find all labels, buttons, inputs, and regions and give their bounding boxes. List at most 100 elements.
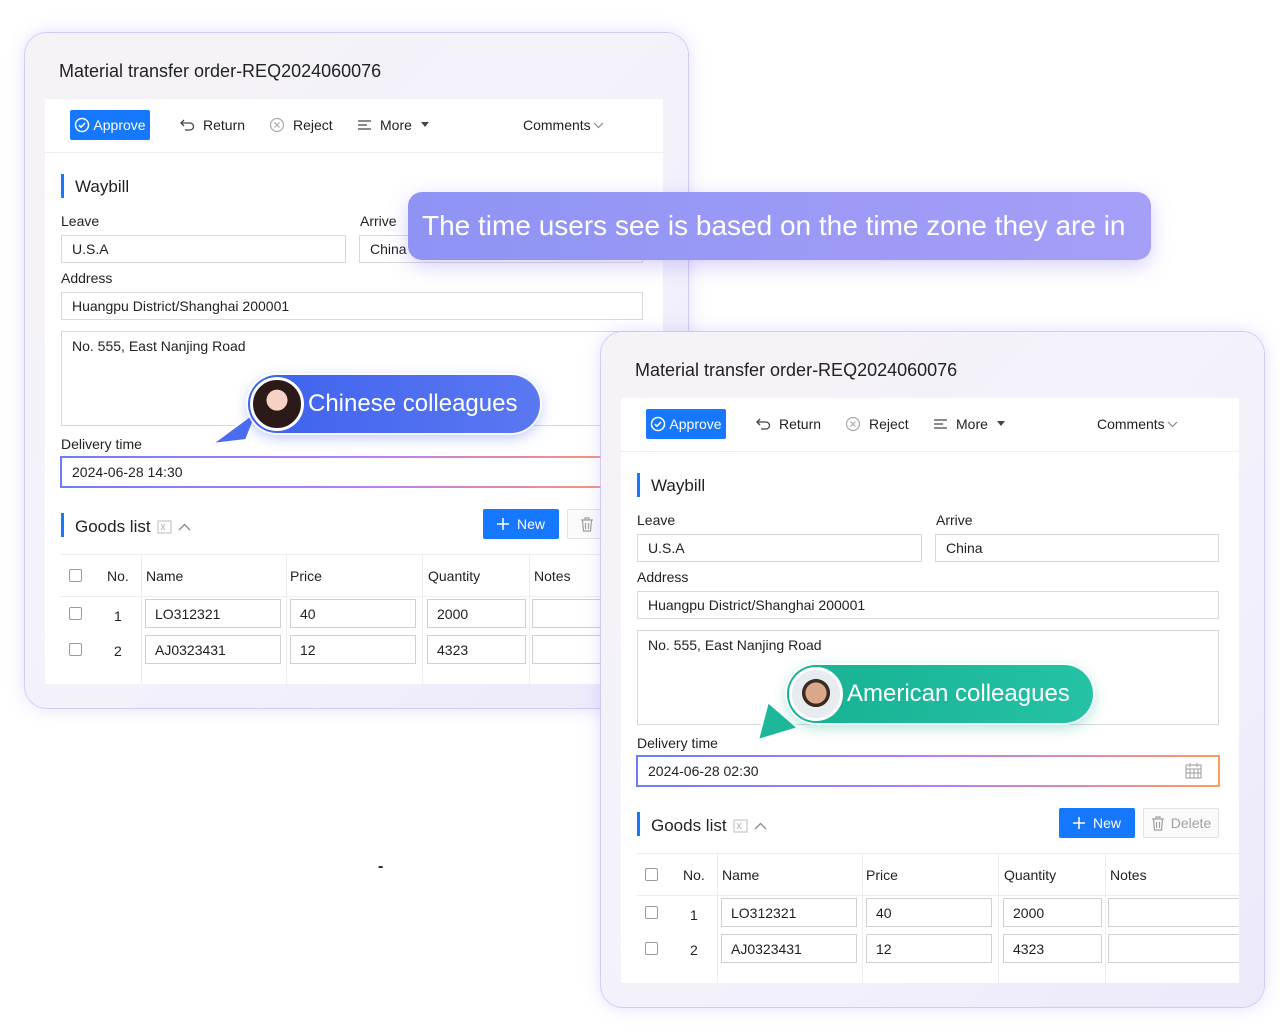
row-number: 2: [114, 643, 122, 659]
new-button[interactable]: New: [1059, 808, 1135, 838]
delivery-time-value: 2024-06-28 02:30: [648, 763, 759, 779]
price-cell-input[interactable]: 40: [290, 599, 416, 628]
goods-table: No. Name Price Quantity Notes 1 LO312321…: [61, 554, 663, 684]
approve-button[interactable]: Approve: [646, 409, 726, 439]
delivery-time-input[interactable]: 2024-06-28 02:30: [636, 755, 1220, 787]
select-all-checkbox[interactable]: [645, 868, 658, 881]
reject-button[interactable]: Reject: [269, 110, 333, 140]
plus-icon: [496, 518, 509, 530]
delivery-time-label: Delivery time: [637, 735, 718, 751]
chevron-up-icon[interactable]: [178, 523, 191, 531]
goods-list-title: Goods list: [75, 517, 151, 536]
column-header-quantity: Quantity: [428, 568, 481, 584]
column-header-name: Name: [146, 568, 184, 584]
name-cell-input[interactable]: AJ0323431: [145, 635, 281, 664]
select-all-checkbox[interactable]: [69, 569, 82, 582]
trash-icon: [581, 516, 593, 532]
row-checkbox[interactable]: [69, 643, 82, 656]
quantity-cell-input[interactable]: 2000: [427, 599, 526, 628]
notes-cell-input[interactable]: [1108, 898, 1239, 927]
leave-input[interactable]: U.S.A: [637, 534, 922, 562]
delivery-time-input[interactable]: 2024-06-28 14:30: [60, 456, 644, 488]
toolbar: Approve Return Reject More Comments: [621, 398, 1239, 452]
row-number: 2: [690, 942, 698, 958]
price-cell-input[interactable]: 12: [290, 635, 416, 664]
column-header-price: Price: [290, 568, 322, 584]
excel-icon[interactable]: [157, 520, 172, 534]
price-cell-input[interactable]: 40: [866, 898, 992, 927]
menu-icon: [934, 419, 947, 429]
arrive-label: Arrive: [936, 512, 973, 528]
row-checkbox[interactable]: [645, 906, 658, 919]
new-button[interactable]: New: [483, 509, 559, 539]
quantity-cell-input[interactable]: 4323: [427, 635, 526, 664]
comments-label: Comments: [1097, 416, 1165, 432]
leave-label: Leave: [637, 512, 676, 528]
comments-dropdown[interactable]: Comments: [1097, 409, 1178, 439]
caret-down-icon: [996, 421, 1005, 426]
comments-label: Comments: [523, 117, 591, 133]
new-label: New: [516, 516, 545, 532]
more-menu[interactable]: More: [933, 409, 1006, 439]
order-title: Material transfer order-REQ2024060076: [59, 61, 382, 81]
comments-dropdown[interactable]: Comments: [523, 110, 604, 140]
goods-list-title: Goods list: [651, 816, 727, 835]
return-label: Return: [779, 416, 822, 432]
column-header-quantity: Quantity: [1004, 867, 1057, 883]
delivery-time-label: Delivery time: [61, 436, 142, 452]
name-cell-input[interactable]: AJ0323431: [721, 934, 857, 963]
arrive-input[interactable]: China: [935, 534, 1219, 562]
notes-cell-input[interactable]: [1108, 934, 1239, 963]
name-cell-input[interactable]: LO312321: [145, 599, 281, 628]
reject-label: Reject: [869, 416, 909, 432]
section-title: Waybill: [651, 476, 706, 495]
chevron-down-icon: [593, 122, 604, 128]
return-button[interactable]: Return: [180, 110, 245, 140]
order-title: Material transfer order-REQ2024060076: [635, 360, 958, 380]
chevron-down-icon: [1167, 421, 1178, 427]
column-header-notes: Notes: [534, 568, 571, 584]
reject-button[interactable]: Reject: [845, 409, 909, 439]
american-colleague-avatar: [789, 667, 843, 721]
calendar-icon[interactable]: [1185, 763, 1202, 779]
name-cell-input[interactable]: LO312321: [721, 898, 857, 927]
toolbar: Approve Return Reject More Comments: [45, 99, 663, 153]
row-checkbox[interactable]: [69, 607, 82, 620]
return-button[interactable]: Return: [756, 409, 821, 439]
row-number: 1: [690, 907, 698, 923]
chevron-up-icon[interactable]: [754, 822, 767, 830]
close-circle-icon: [845, 416, 861, 432]
address-input[interactable]: Huangpu District/Shanghai 200001: [637, 591, 1219, 619]
price-cell-input[interactable]: 12: [866, 934, 992, 963]
leave-input[interactable]: U.S.A: [61, 235, 346, 263]
quantity-cell-input[interactable]: 2000: [1003, 898, 1102, 927]
chinese-colleagues-bubble: Chinese colleagues: [248, 375, 540, 433]
approve-button[interactable]: Approve: [70, 110, 150, 140]
quantity-cell-input[interactable]: 4323: [1003, 934, 1102, 963]
row-checkbox[interactable]: [645, 942, 658, 955]
more-menu[interactable]: More: [357, 110, 430, 140]
row-number: 1: [114, 608, 122, 624]
goods-section-marker: [61, 513, 64, 537]
approve-label: Approve: [669, 416, 722, 432]
more-label: More: [380, 117, 412, 133]
excel-icon[interactable]: [733, 819, 748, 833]
check-circle-icon: [75, 117, 90, 133]
american-colleagues-label: American colleagues: [847, 680, 1070, 707]
trash-icon: [1151, 815, 1164, 831]
arrive-label: Arrive: [360, 213, 397, 229]
close-circle-icon: [269, 117, 285, 133]
column-header-notes: Notes: [1110, 867, 1147, 883]
section-title: Waybill: [75, 177, 130, 196]
undo-icon: [756, 418, 771, 430]
timezone-banner: The time users see is based on the time …: [408, 192, 1151, 260]
plus-icon: [1072, 817, 1085, 829]
goods-table: No. Name Price Quantity Notes 1 LO312321…: [637, 853, 1239, 983]
address-input[interactable]: Huangpu District/Shanghai 200001: [61, 292, 643, 320]
new-label: New: [1092, 815, 1121, 831]
delete-button[interactable]: Delete: [1143, 808, 1219, 838]
column-header-name: Name: [722, 867, 760, 883]
address-label: Address: [637, 569, 689, 585]
check-circle-icon: [651, 416, 666, 432]
undo-icon: [180, 119, 195, 131]
